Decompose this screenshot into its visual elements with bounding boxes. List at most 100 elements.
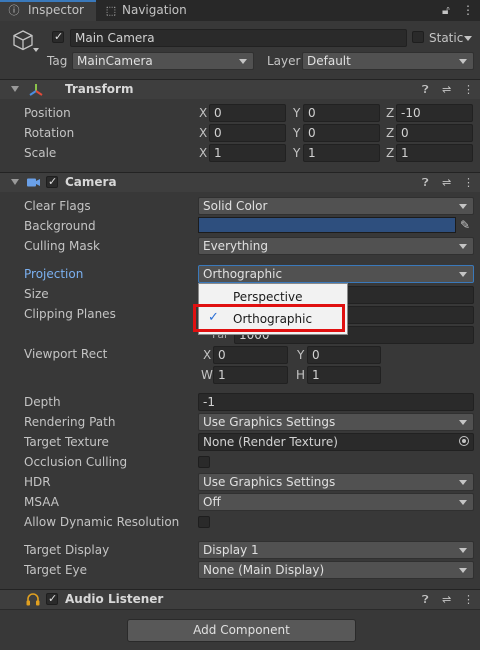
depth-input[interactable]: -1	[198, 393, 474, 411]
projection-dropdown[interactable]: Orthographic	[198, 265, 474, 283]
tab-navigation-label: Navigation	[122, 3, 187, 17]
preset-sliders-icon[interactable]: ⇌	[442, 176, 451, 189]
static-label[interactable]: Static	[429, 29, 463, 47]
background-label: Background	[24, 219, 96, 233]
headphones-icon	[26, 593, 40, 606]
target-texture-field[interactable]: None (Render Texture)	[198, 433, 474, 451]
viewport-x-input[interactable]: 0	[213, 346, 288, 364]
hdr-dropdown[interactable]: Use Graphics Settings	[198, 473, 474, 491]
tab-inspector[interactable]: ⓘ Inspector	[0, 0, 96, 21]
scale-y-label[interactable]: Y	[293, 144, 300, 162]
scale-x-input[interactable]: 1	[209, 144, 286, 162]
clipping-planes-label: Clipping Planes	[24, 307, 116, 321]
kebab-menu-icon[interactable]: ⋮	[463, 83, 474, 96]
background-color-field[interactable]	[198, 217, 456, 233]
help-icon[interactable]: ❓︎	[422, 176, 429, 190]
target-texture-label: Target Texture	[24, 435, 109, 449]
layer-dropdown[interactable]: Default	[302, 52, 474, 70]
tab-inspector-label: Inspector	[28, 3, 84, 17]
viewport-x-label[interactable]: X	[203, 346, 211, 364]
target-eye-value: None (Main Display)	[203, 563, 325, 577]
position-y-input[interactable]: 0	[303, 104, 380, 122]
tag-dropdown[interactable]: MainCamera	[72, 52, 254, 70]
target-display-value: Display 1	[203, 543, 259, 557]
culling-mask-dropdown[interactable]: Everything	[198, 237, 474, 255]
transform-header[interactable]: Transform ❓︎ ⇌ ⋮	[0, 79, 480, 99]
position-z-input[interactable]: -10	[396, 104, 473, 122]
viewport-y-input[interactable]: 0	[307, 346, 381, 364]
depth-label: Depth	[24, 395, 61, 409]
projection-value: Orthographic	[203, 267, 283, 281]
lock-icon[interactable]: 🔓︎	[442, 3, 450, 18]
rotation-y-label[interactable]: Y	[293, 124, 300, 142]
msaa-label: MSAA	[24, 495, 59, 509]
chevron-down-icon	[459, 204, 467, 209]
viewport-y-label[interactable]: Y	[297, 346, 304, 364]
rotation-x-label[interactable]: X	[199, 124, 207, 142]
kebab-menu-icon[interactable]: ⋮	[463, 593, 474, 606]
target-eye-dropdown[interactable]: None (Main Display)	[198, 561, 474, 579]
camera-enabled-checkbox[interactable]: ✓	[46, 175, 58, 188]
target-texture-value: None (Render Texture)	[203, 435, 338, 449]
chevron-down-icon	[459, 548, 467, 553]
occlusion-culling-checkbox[interactable]	[198, 456, 210, 468]
preset-sliders-icon[interactable]: ⇌	[442, 593, 451, 606]
object-name-input[interactable]: Main Camera	[70, 29, 407, 47]
camera-header[interactable]: ✓ Camera ❓︎ ⇌ ⋮	[0, 172, 480, 192]
audio-listener-title: Audio Listener	[65, 592, 164, 606]
scale-label: Scale	[24, 146, 57, 160]
scale-y-input[interactable]: 1	[303, 144, 380, 162]
info-icon: ⓘ	[8, 4, 20, 17]
viewport-w-input[interactable]: 1	[213, 366, 288, 384]
position-x-input[interactable]: 0	[209, 104, 286, 122]
foldout-arrow-icon[interactable]	[11, 86, 19, 92]
target-display-dropdown[interactable]: Display 1	[198, 541, 474, 559]
popup-option-perspective[interactable]: Perspective	[233, 290, 303, 304]
viewport-rect-label: Viewport Rect	[24, 347, 108, 361]
icon-dropdown-caret[interactable]	[33, 48, 39, 52]
rotation-z-input[interactable]: 0	[396, 124, 473, 142]
layer-value: Default	[307, 54, 351, 68]
position-x-label[interactable]: X	[199, 104, 207, 122]
object-picker-icon[interactable]	[459, 436, 469, 446]
kebab-menu-icon[interactable]: ⋮	[463, 176, 474, 189]
allow-dynamic-resolution-checkbox[interactable]	[198, 516, 210, 528]
foldout-arrow-icon[interactable]	[11, 179, 19, 185]
help-icon[interactable]: ❓︎	[422, 83, 429, 97]
scale-z-input[interactable]: 1	[396, 144, 473, 162]
kebab-menu-icon[interactable]: ⋮	[462, 3, 474, 17]
tag-value: MainCamera	[77, 54, 153, 68]
rotation-z-label[interactable]: Z	[386, 124, 394, 142]
position-label: Position	[24, 106, 71, 120]
size-input[interactable]	[346, 286, 474, 304]
viewport-w-label[interactable]: W	[201, 366, 213, 384]
active-checkbox[interactable]: ✓	[52, 30, 64, 43]
rendering-path-dropdown[interactable]: Use Graphics Settings	[198, 413, 474, 431]
position-z-label[interactable]: Z	[386, 104, 394, 122]
position-y-label[interactable]: Y	[293, 104, 300, 122]
help-icon[interactable]: ❓︎	[422, 593, 429, 607]
static-checkbox[interactable]	[412, 31, 424, 43]
eyedropper-icon[interactable]: ✎	[457, 217, 473, 233]
check-icon: ✓	[54, 30, 64, 43]
preset-sliders-icon[interactable]: ⇌	[442, 83, 451, 96]
occlusion-culling-label: Occlusion Culling	[24, 455, 128, 469]
clear-flags-dropdown[interactable]: Solid Color	[198, 197, 474, 215]
add-component-button[interactable]: Add Component	[127, 619, 356, 642]
audio-listener-header[interactable]: ✓ Audio Listener ❓︎ ⇌ ⋮	[0, 589, 480, 609]
rotation-x-input[interactable]: 0	[209, 124, 286, 142]
scale-x-label[interactable]: X	[199, 144, 207, 162]
viewport-h-label[interactable]: H	[296, 366, 305, 384]
chevron-down-icon	[459, 568, 467, 573]
msaa-dropdown[interactable]: Off	[198, 493, 474, 511]
hdr-value: Use Graphics Settings	[203, 475, 336, 489]
scale-z-label[interactable]: Z	[386, 144, 394, 162]
static-dropdown-caret[interactable]	[464, 36, 472, 41]
rotation-y-input[interactable]: 0	[303, 124, 380, 142]
target-eye-label: Target Eye	[24, 563, 88, 577]
audio-listener-enabled-checkbox[interactable]: ✓	[46, 592, 58, 605]
clipping-near-input[interactable]	[346, 306, 474, 324]
tab-navigation[interactable]: ⬚ Navigation	[97, 0, 197, 21]
viewport-h-input[interactable]: 1	[307, 366, 381, 384]
clear-flags-value: Solid Color	[203, 199, 268, 213]
